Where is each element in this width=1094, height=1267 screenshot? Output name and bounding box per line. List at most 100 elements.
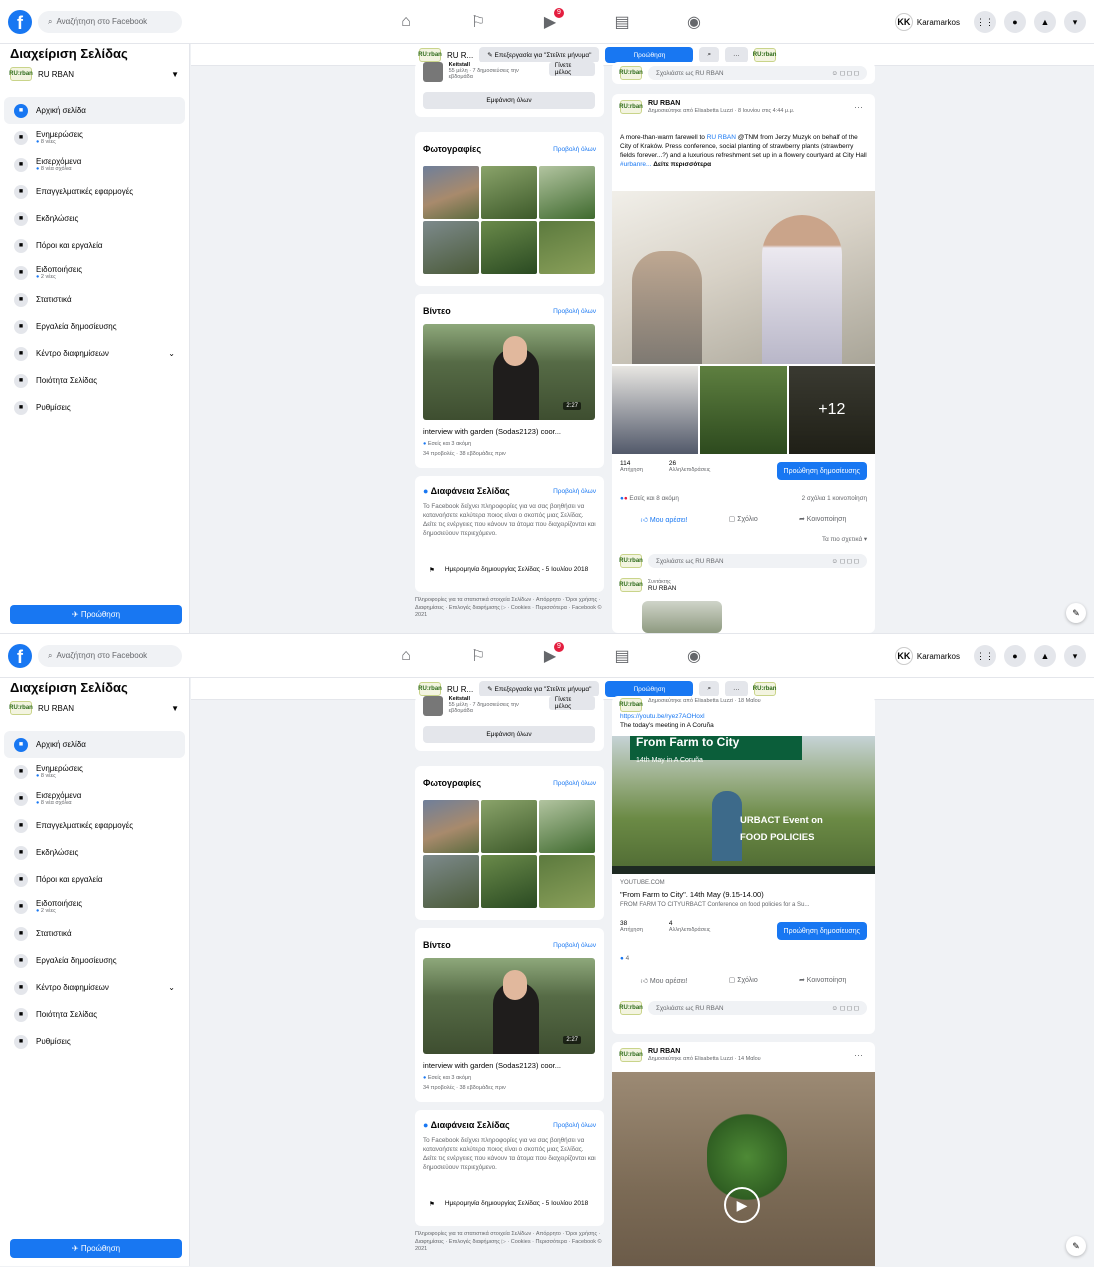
reaction-summary[interactable]: ● 4 <box>620 955 867 962</box>
more-options-button[interactable]: ··· <box>725 47 748 63</box>
photo-thumb[interactable] <box>481 855 537 908</box>
sidebar-item-home[interactable]: ■ Αρχική σελίδα <box>4 97 185 124</box>
sidebar-item-megaphone[interactable]: ■ Κέντρο διαφημίσεων ⌄ <box>4 974 185 1001</box>
watch-icon[interactable]: ▶ 9 <box>514 634 586 678</box>
video-title[interactable]: interview with garden (Sodas2123) coor..… <box>423 427 561 436</box>
flag-icon[interactable]: ⚐ <box>442 0 514 44</box>
page-avatar-menu[interactable]: RU:rban <box>753 48 776 62</box>
play-icon[interactable]: ▶ <box>724 1187 760 1223</box>
sidebar-item-inbox[interactable]: ■ Ενημερώσεις ● 8 νέες <box>4 124 185 151</box>
like-button[interactable]: 👍︎ Μου αρέσει! <box>641 515 688 524</box>
profile-link[interactable]: KK Karamarkos <box>894 13 960 31</box>
pagebar-promote-button[interactable]: Προώθηση <box>605 47 694 63</box>
chevron-down-icon[interactable]: ⌄ <box>168 349 175 358</box>
account-caret-icon[interactable]: ▾ <box>1064 11 1086 33</box>
sidebar-item-calendar[interactable]: ■ Εκδηλώσεις <box>4 839 185 866</box>
facebook-logo[interactable]: f <box>8 643 32 668</box>
sidebar-item-quality[interactable]: ■ Ποιότητα Σελίδας <box>4 1001 185 1028</box>
sidebar-item-inbox[interactable]: ■ Ενημερώσεις ● 8 νέες <box>4 758 185 785</box>
photo-thumb[interactable] <box>539 221 595 274</box>
marketplace-icon[interactable]: ▤ <box>586 0 658 44</box>
more-options-icon[interactable]: ··· <box>854 1050 863 1060</box>
share-button[interactable]: ➦ Κοινοποίηση <box>799 515 846 524</box>
sidebar-item-publish[interactable]: ■ Εργαλεία δημοσίευσης <box>4 313 185 340</box>
sidebar-item-gear[interactable]: ■ Ρυθμίσεις <box>4 1028 185 1055</box>
video-title[interactable]: interview with garden (Sodas2123) coor..… <box>423 1061 561 1070</box>
page-switcher[interactable]: RU:rban RU RBAN ▼ <box>0 61 189 87</box>
sidebar-item-info[interactable]: ■ Πόροι και εργαλεία <box>4 866 185 893</box>
account-caret-icon[interactable]: ▾ <box>1064 645 1086 667</box>
comment-input[interactable]: Σχολιάστε ως RU RBAN ☺ ◻ ◻ ◻ <box>648 1001 867 1015</box>
comment-input[interactable]: Σχολιάστε ως RU RBAN ☺ ◻ ◻ ◻ <box>648 554 867 568</box>
edit-send-message-button[interactable]: ✎ Επεξεργασία για "Στείλτε μήνυμα" <box>479 681 600 697</box>
post-main-photo[interactable] <box>612 191 875 364</box>
video-thumbnail[interactable]: 2:27 <box>423 324 595 420</box>
home-icon[interactable]: ⌂ <box>370 634 442 678</box>
photo-thumb[interactable] <box>481 166 537 219</box>
menu-grid-icon[interactable]: ⋮⋮ <box>974 11 996 33</box>
share-button[interactable]: ➦ Κοινοποίηση <box>799 976 846 985</box>
notifications-icon[interactable]: ▲ <box>1034 11 1056 33</box>
like-button[interactable]: 👍︎ Μου αρέσει! <box>641 976 688 985</box>
photo-thumb[interactable] <box>539 800 595 853</box>
transparency-see-all-link[interactable]: Προβολή όλων <box>553 1122 596 1129</box>
watch-icon[interactable]: ▶ 9 <box>514 0 586 44</box>
sidebar-item-publish[interactable]: ■ Εργαλεία δημοσίευσης <box>4 947 185 974</box>
promote-button[interactable]: ✈ Προώθηση <box>10 1239 182 1258</box>
videos-see-all-link[interactable]: Προβολή όλων <box>553 942 596 949</box>
photo-thumb[interactable] <box>539 855 595 908</box>
sidebar-item-calendar[interactable]: ■ Εκδηλώσεις <box>4 205 185 232</box>
more-options-icon[interactable]: ··· <box>854 102 863 112</box>
video-thumbnail[interactable]: 2:27 <box>423 958 595 1054</box>
sidebar-item-apps[interactable]: ■ Επαγγελματικές εφαρμογές <box>4 812 185 839</box>
photo-thumb[interactable] <box>481 221 537 274</box>
search-input[interactable]: ⌕ Αναζήτηση στο Facebook <box>38 644 182 667</box>
comment-author[interactable]: RU RBAN <box>648 585 676 592</box>
post-photo[interactable] <box>700 366 787 454</box>
post-photo[interactable] <box>612 366 699 454</box>
groups-icon[interactable]: ◉ <box>658 0 730 44</box>
sidebar-item-bell[interactable]: ■ Ειδοποιήσεις ● 2 νέες <box>4 259 185 286</box>
show-all-button[interactable]: Εμφάνιση όλων <box>423 726 595 743</box>
page-switcher[interactable]: RU:rban RU RBAN ▼ <box>0 695 189 721</box>
marketplace-icon[interactable]: ▤ <box>586 634 658 678</box>
compose-icon[interactable]: ✎ <box>1066 603 1086 623</box>
sidebar-item-home[interactable]: ■ Αρχική σελίδα <box>4 731 185 758</box>
photos-see-all-link[interactable]: Προβολή όλων <box>553 780 596 787</box>
post-video[interactable]: ▶ <box>612 1072 875 1266</box>
sidebar-item-chat[interactable]: ■ Εισερχόμενα ● 8 νέα σχόλια <box>4 151 185 178</box>
show-all-button[interactable]: Εμφάνιση όλων <box>423 92 595 109</box>
post-link[interactable]: https://youtu.be/ryez7AOHoxl <box>620 713 705 720</box>
comment-button[interactable]: ▢ Σχόλιο <box>729 515 758 524</box>
edit-send-message-button[interactable]: ✎ Επεξεργασία για "Στείλτε μήνυμα" <box>479 47 600 63</box>
transparency-see-all-link[interactable]: Προβολή όλων <box>553 488 596 495</box>
post-author[interactable]: RU RBAN <box>648 1048 680 1055</box>
comment-input[interactable]: Σχολιάστε ως RU RBAN ☺ ◻ ◻ ◻ <box>648 66 867 80</box>
sidebar-item-apps[interactable]: ■ Επαγγελματικές εφαρμογές <box>4 178 185 205</box>
join-group-button[interactable]: Γίνετε μέλος <box>548 696 595 710</box>
messenger-icon[interactable]: ● <box>1004 11 1026 33</box>
photo-thumb[interactable] <box>423 221 479 274</box>
compose-icon[interactable]: ✎ <box>1066 1236 1086 1256</box>
sidebar-item-info[interactable]: ■ Πόροι και εργαλεία <box>4 232 185 259</box>
comment-photo[interactable] <box>642 601 722 633</box>
sidebar-item-chart[interactable]: ■ Στατιστικά <box>4 920 185 947</box>
profile-link[interactable]: KK Karamarkos <box>894 647 960 665</box>
link-preview-image[interactable]: From Farm to City 14th May in A Coruña UR… <box>612 736 875 874</box>
more-options-button[interactable]: ··· <box>725 681 748 697</box>
post-photo[interactable]: +12 <box>788 366 875 454</box>
search-input[interactable]: ⌕ Αναζήτηση στο Facebook <box>38 10 182 33</box>
photo-thumb[interactable] <box>423 800 479 853</box>
sidebar-item-quality[interactable]: ■ Ποιότητα Σελίδας <box>4 367 185 394</box>
photo-thumb[interactable] <box>423 166 479 219</box>
pagebar-promote-button[interactable]: Προώθηση <box>605 681 694 697</box>
post-author[interactable]: RU RBAN <box>648 100 680 107</box>
search-icon[interactable]: ⌕ <box>699 681 720 697</box>
sidebar-item-megaphone[interactable]: ■ Κέντρο διαφημίσεων ⌄ <box>4 340 185 367</box>
footer-links[interactable]: Πληροφορίες για τα στατιστικά στοιχεία Σ… <box>415 597 605 620</box>
page-short-name[interactable]: RU R... <box>447 685 473 694</box>
chevron-down-icon[interactable]: ⌄ <box>168 983 175 992</box>
groups-icon[interactable]: ◉ <box>658 634 730 678</box>
sidebar-item-bell[interactable]: ■ Ειδοποιήσεις ● 2 νέες <box>4 893 185 920</box>
page-avatar-menu[interactable]: RU:rban <box>753 682 776 696</box>
